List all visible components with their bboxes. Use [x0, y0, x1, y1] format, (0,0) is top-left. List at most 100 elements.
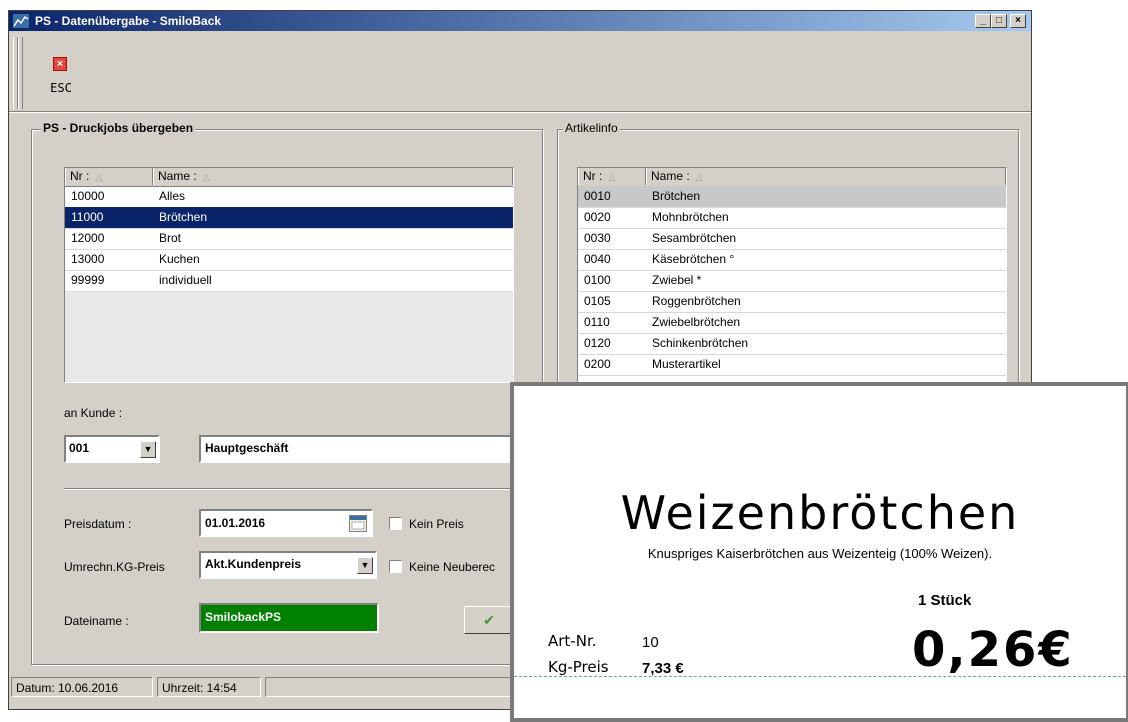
column-header-name[interactable]: Name : △ — [153, 168, 513, 185]
table-row[interactable]: 0100 Zwiebel * — [578, 270, 1006, 292]
cell-nr: 0100 — [584, 273, 611, 287]
calendar-icon[interactable] — [349, 515, 367, 532]
maximize-button[interactable]: □ — [991, 14, 1007, 28]
label-preview-card: Weizenbrötchen Knuspriges Kaiserbrötchen… — [510, 382, 1128, 722]
kunde-label: an Kunde : — [64, 406, 123, 420]
artikelinfo-group-title: Artikelinfo — [563, 121, 620, 135]
cell-name: Mohnbrötchen — [652, 210, 729, 224]
label-description: Knuspriges Kaiserbrötchen aus Weizenteig… — [647, 546, 993, 561]
table-row[interactable]: 13000 Kuchen — [65, 249, 513, 271]
table-row[interactable]: 0020 Mohnbrötchen — [578, 207, 1006, 229]
close-x-icon: × — [53, 57, 67, 71]
dateiname-value: SmilobackPS — [205, 610, 282, 624]
column-header-name[interactable]: Name : △ — [646, 168, 1006, 185]
column-header-label: Nr : — [70, 169, 90, 183]
cell-nr: 0010 — [584, 189, 611, 203]
label-kg-value: 7,33 € — [642, 660, 684, 677]
status-uhrzeit: Uhrzeit: 14:54 — [157, 677, 261, 697]
kunde-code-select[interactable]: 001 ▼ — [64, 435, 160, 463]
label-title: Weizenbrötchen — [620, 486, 1020, 540]
cell-nr: 0110 — [584, 315, 610, 329]
cell-name: Zwiebelbrötchen — [652, 315, 741, 329]
table-row-selected[interactable]: 11000 Brötchen — [65, 207, 513, 229]
cell-name: Brot — [159, 231, 182, 245]
cell-name: Musterartikel — [652, 357, 721, 371]
preisdatum-field[interactable]: 01.01.2016 — [199, 509, 373, 537]
cell-name: Brötchen — [652, 189, 701, 203]
cell-nr: 11000 — [71, 210, 104, 224]
sort-arrow-icon: △ — [608, 172, 616, 182]
artikel-list[interactable]: Nr : △ Name : △ 0010 Brötchen 0020 Mohnbrö… — [577, 167, 1007, 383]
cell-nr: 0105 — [584, 294, 611, 308]
list-empty-area — [65, 292, 513, 382]
app-chart-icon — [13, 14, 29, 28]
form-divider — [64, 488, 524, 490]
label-unit: 1 Stück — [918, 592, 972, 609]
table-row[interactable]: 99999 individuell — [65, 270, 513, 292]
cell-name: Sesambrötchen — [652, 231, 737, 245]
kein-preis-label: Kein Preis — [409, 517, 464, 531]
cell-name: Brötchen — [159, 210, 208, 224]
minimize-button[interactable]: _ — [975, 14, 991, 28]
kunde-name-value: Hauptgeschäft — [205, 441, 289, 455]
checkmark-icon: ✔ — [483, 612, 495, 628]
cell-nr: 10000 — [71, 189, 105, 203]
label-kg-label: Kg-Preis — [548, 658, 609, 676]
cell-name: Käsebrötchen ° — [652, 252, 735, 266]
esc-button-label: ESC — [50, 81, 72, 95]
esc-button[interactable]: × ESC — [33, 47, 89, 103]
sort-arrow-icon: △ — [202, 172, 210, 182]
preisdatum-value: 01.01.2016 — [205, 516, 266, 530]
table-row[interactable]: 0120 Schinkenbrötchen — [578, 333, 1006, 355]
druckjobs-group-title: PS - Druckjobs übergeben — [41, 121, 196, 135]
column-header-label: Nr : — [583, 169, 603, 183]
kunde-code-value: 001 — [69, 441, 90, 455]
label-art-label: Art-Nr. — [548, 632, 597, 650]
ok-button[interactable]: ✔ — [464, 606, 514, 634]
keine-neuber-label: Keine Neuberec — [409, 560, 496, 574]
cell-nr: 12000 — [71, 231, 105, 245]
window-title: PS - Datenübergabe - SmiloBack — [35, 14, 222, 28]
column-header-label: Name : — [651, 169, 690, 183]
table-row[interactable]: 0040 Käsebrötchen ° — [578, 249, 1006, 271]
close-button[interactable]: × — [1010, 14, 1026, 28]
toolbar-grip[interactable] — [18, 37, 23, 109]
column-header-nr[interactable]: Nr : △ — [578, 168, 646, 185]
cell-nr: 13000 — [71, 252, 105, 266]
column-header-label: Name : — [158, 169, 197, 183]
table-row[interactable]: 12000 Brot — [65, 228, 513, 250]
dateiname-label: Dateiname : — [64, 614, 129, 628]
title-bar[interactable]: PS - Datenübergabe - SmiloBack _ □ × — [9, 11, 1031, 31]
list-header: Nr : △ Name : △ — [65, 168, 513, 187]
sort-arrow-icon: △ — [95, 172, 103, 182]
cell-name: Zwiebel * — [652, 273, 702, 287]
table-row[interactable]: 0200 Musterartikel — [578, 354, 1006, 376]
column-header-nr[interactable]: Nr : △ — [65, 168, 153, 185]
cell-nr: 0120 — [584, 336, 611, 350]
chevron-down-icon[interactable]: ▼ — [140, 441, 156, 458]
label-price: 0,26€ — [912, 622, 1074, 678]
kein-preis-checkbox[interactable] — [389, 517, 402, 530]
keine-neuber-checkbox[interactable] — [389, 560, 402, 573]
druckjobs-list[interactable]: Nr : △ Name : △ 10000 Alles 11000 Brötchen… — [64, 167, 514, 383]
dateiname-field[interactable]: SmilobackPS — [199, 603, 379, 633]
table-row-selected[interactable]: 0010 Brötchen — [578, 186, 1006, 208]
chevron-down-icon[interactable]: ▼ — [357, 557, 373, 574]
cell-nr: 0030 — [584, 231, 611, 245]
table-row[interactable]: 10000 Alles — [65, 186, 513, 208]
umrechn-value: Akt.Kundenpreis — [205, 557, 302, 571]
list-header: Nr : △ Name : △ — [578, 168, 1006, 187]
table-row[interactable]: 0105 Roggenbrötchen — [578, 291, 1006, 313]
table-row[interactable]: 0030 Sesambrötchen — [578, 228, 1006, 250]
table-row[interactable]: 0110 Zwiebelbrötchen — [578, 312, 1006, 334]
cell-nr: 0040 — [584, 252, 611, 266]
kunde-name-field[interactable]: Hauptgeschäft — [199, 435, 519, 463]
preisdatum-label: Preisdatum : — [64, 517, 132, 531]
sort-arrow-icon: △ — [695, 172, 703, 182]
toolbar-divider — [9, 111, 1031, 113]
status-datum: Datum: 10.06.2016 — [11, 677, 153, 697]
umrechn-select[interactable]: Akt.Kundenpreis ▼ — [199, 551, 377, 579]
cell-name: Kuchen — [159, 252, 200, 266]
cell-nr: 0020 — [584, 210, 611, 224]
cell-nr: 0200 — [584, 357, 611, 371]
